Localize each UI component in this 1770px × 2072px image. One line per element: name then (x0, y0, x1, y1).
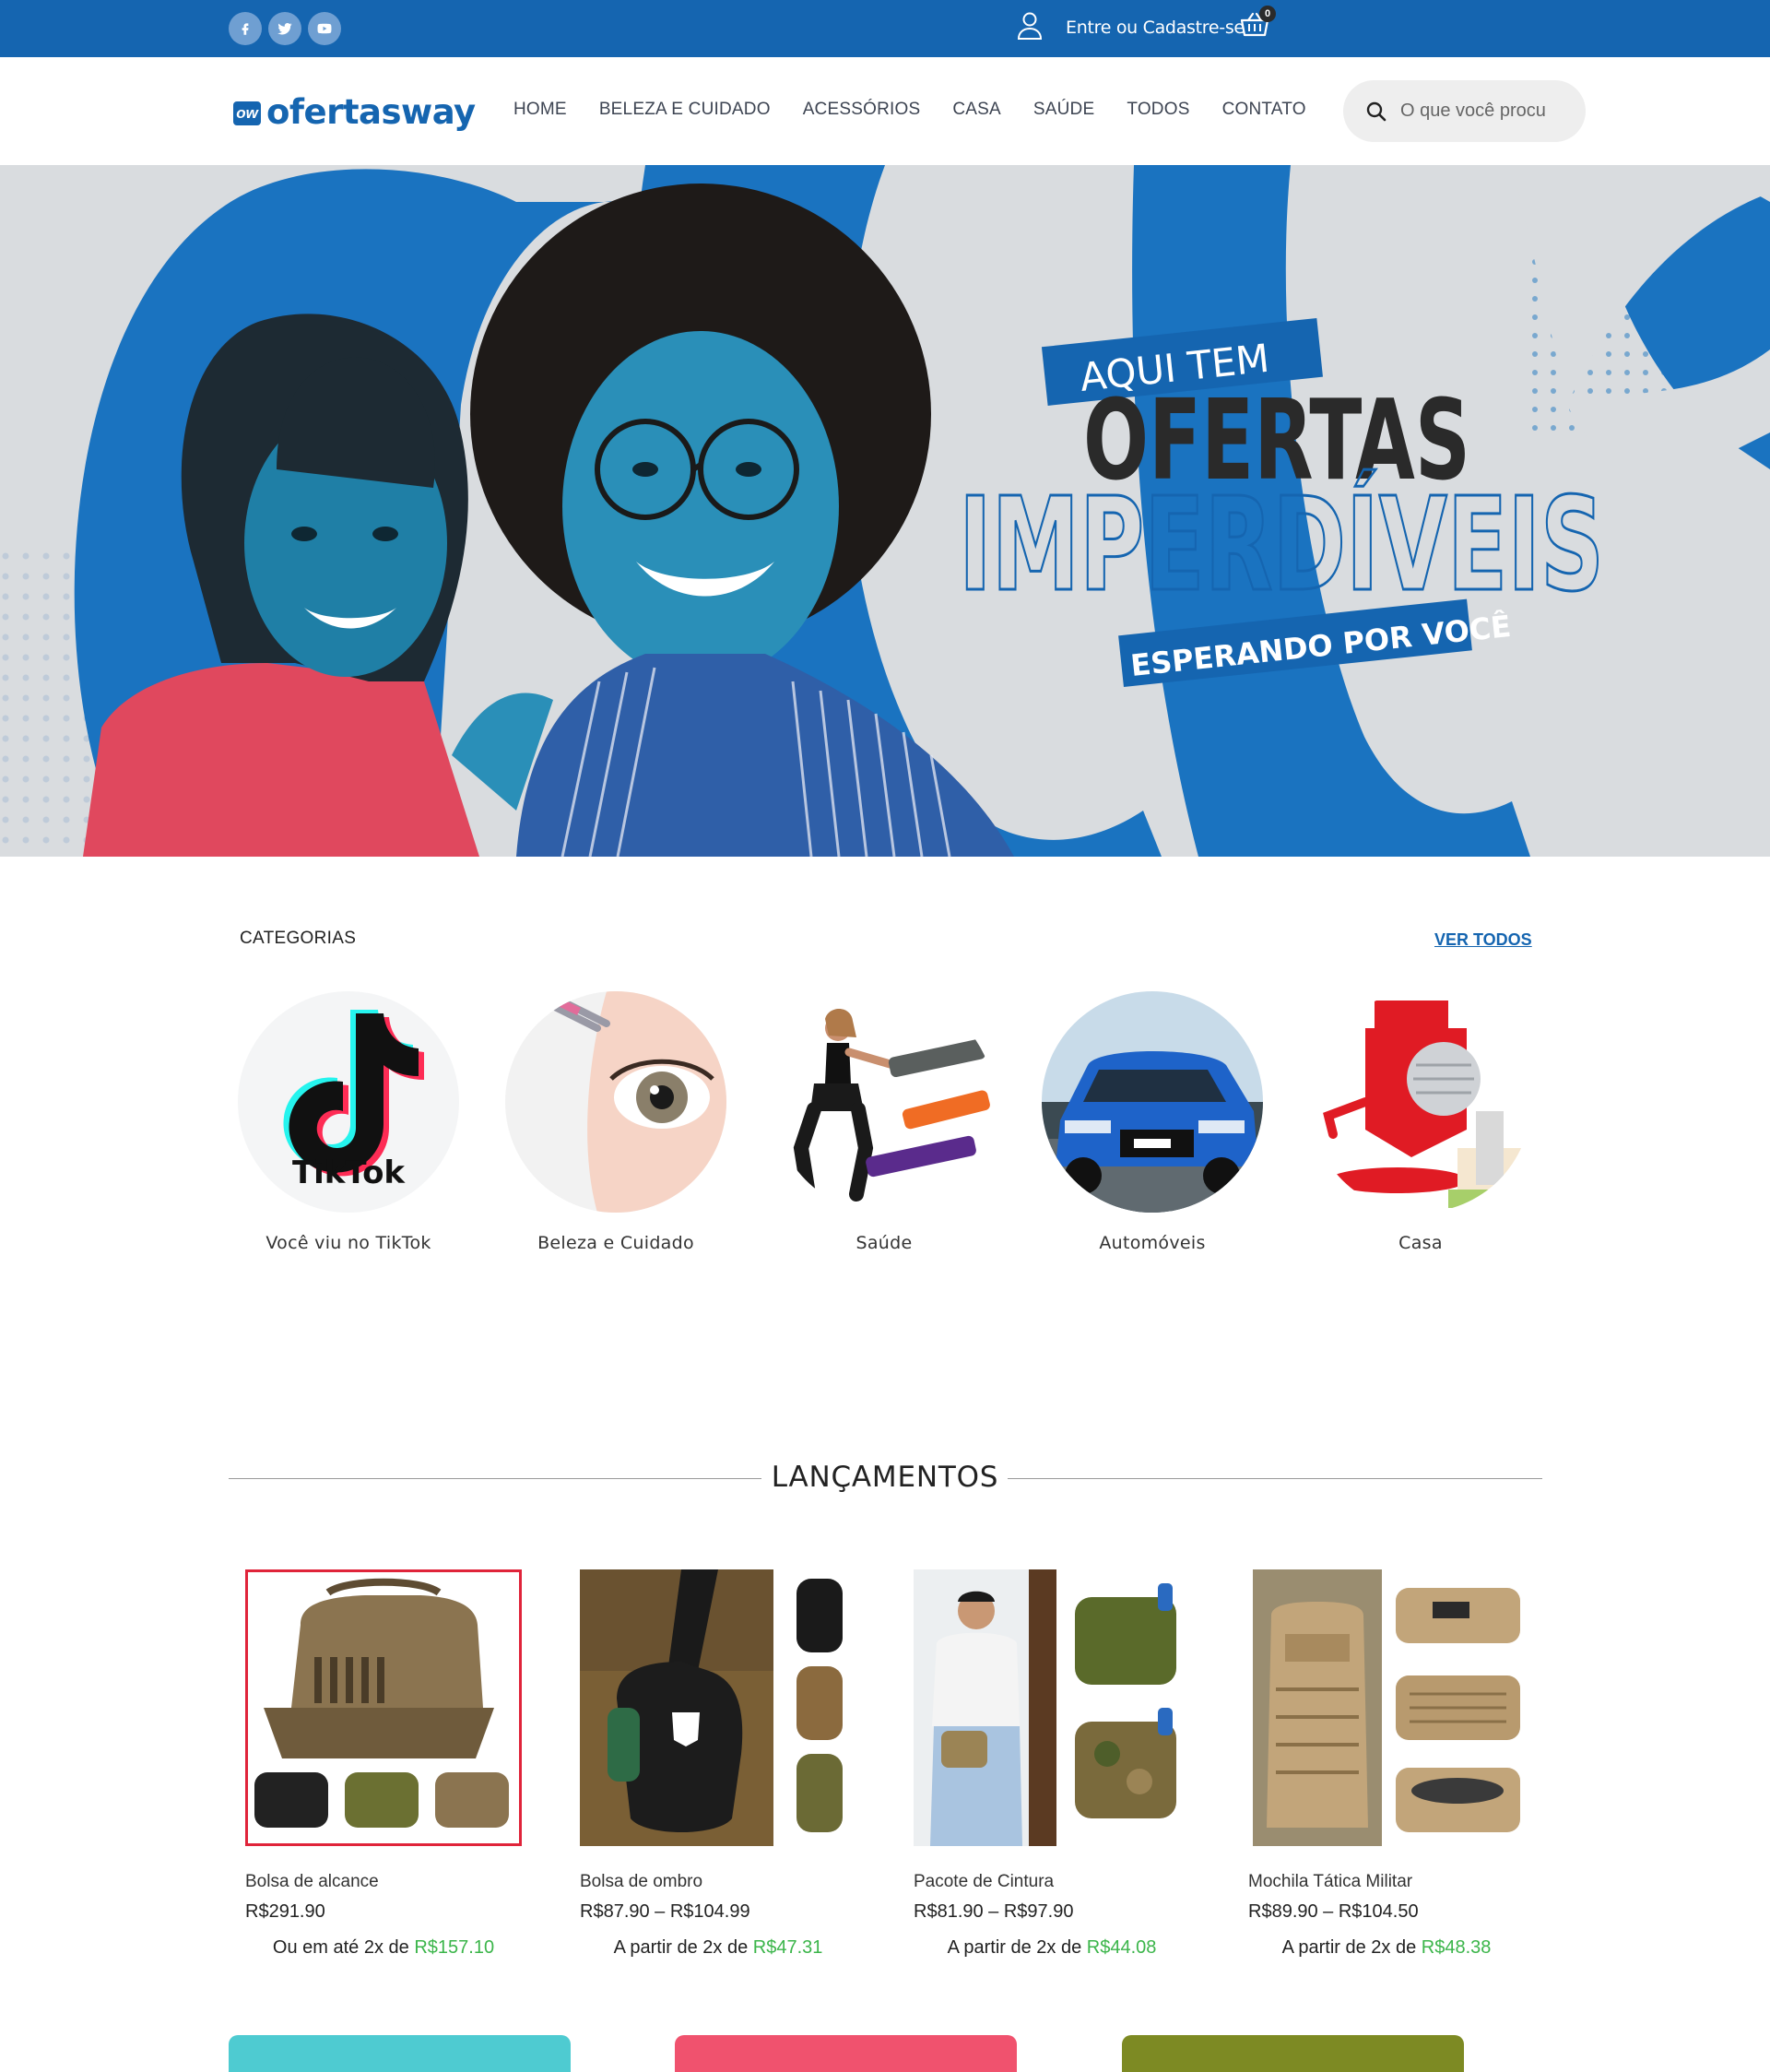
search-icon[interactable] (1365, 101, 1387, 123)
category-saude[interactable]: Saúde (769, 991, 999, 1253)
category-tiktok[interactable]: TikTok Você viu no TikTok (233, 991, 464, 1253)
product-image[interactable] (580, 1569, 856, 1846)
hero-line3: IMPERDÍVEIS (959, 468, 1604, 621)
promo-banner-1[interactable] (229, 2035, 571, 2072)
nav-casa[interactable]: CASA (952, 100, 1001, 120)
cart-count-badge: 0 (1259, 6, 1276, 22)
nav-contato[interactable]: CONTATO (1222, 100, 1306, 120)
main-navbar: ow ofertasway HOME BELEZA E CUIDADO ACES… (0, 57, 1770, 165)
launches-title: LANÇAMENTOS (771, 1461, 999, 1494)
installment-value: R$47.31 (752, 1937, 823, 1958)
installment-prefix: A partir de 2x de (947, 1937, 1082, 1958)
category-label: Você viu no TikTok (266, 1233, 431, 1253)
installment-prefix: A partir de 2x de (613, 1937, 749, 1958)
nav-beleza-cuidado[interactable]: BELEZA E CUIDADO (599, 100, 771, 120)
product-name[interactable]: Bolsa de alcance (245, 1872, 540, 1892)
facebook-icon[interactable] (229, 12, 262, 45)
category-automoveis[interactable]: Automóveis (1037, 991, 1268, 1253)
nav-todos[interactable]: TODOS (1127, 100, 1189, 120)
category-label: Automóveis (1099, 1233, 1206, 1253)
search-input[interactable] (1400, 96, 1566, 125)
product-name[interactable]: Mochila Tática Militar (1248, 1872, 1543, 1892)
nav-menu: HOME BELEZA E CUIDADO ACESSÓRIOS CASA SA… (513, 100, 1339, 120)
product-card[interactable]: Bolsa de alcance R$291.90 Ou em até 2x d… (245, 1569, 540, 1959)
installment-prefix: Ou em até 2x de (272, 1937, 409, 1958)
category-image (505, 991, 726, 1213)
tiktok-wordmark: TikTok (292, 1154, 406, 1191)
search-box (1343, 80, 1586, 142)
category-casa[interactable]: Casa (1305, 991, 1536, 1253)
product-name[interactable]: Bolsa de ombro (580, 1872, 875, 1892)
hero-image: AQUI TEM ESPERANDO POR VOCÊ OFERTAS IMPE… (0, 165, 1770, 857)
categories-title: CATEGORIAS (240, 929, 357, 948)
see-all-categories-link[interactable]: VER TODOS (1434, 930, 1532, 950)
category-beleza-cuidado[interactable]: Beleza e Cuidado (501, 991, 731, 1253)
product-installment: A partir de 2x de R$44.08 (914, 1937, 1190, 1959)
category-image: TikTok (238, 991, 459, 1213)
top-bar: Entre ou Cadastre-se 0 (0, 0, 1770, 57)
category-image (1310, 991, 1531, 1213)
product-price: R$89.90 – R$104.50 (1248, 1901, 1419, 1922)
category-image (773, 991, 995, 1213)
site-logo[interactable]: ow ofertasway (233, 91, 476, 132)
product-price: R$81.90 – R$97.90 (914, 1901, 1074, 1922)
product-price: R$291.90 (245, 1901, 325, 1922)
logo-mark: ow (233, 101, 261, 125)
logo-text: ofertasway (266, 91, 476, 132)
product-price: R$87.90 – R$104.99 (580, 1901, 750, 1922)
product-installment: A partir de 2x de R$47.31 (580, 1937, 856, 1959)
product-image[interactable] (914, 1569, 1190, 1846)
category-label: Casa (1398, 1233, 1443, 1253)
product-name[interactable]: Pacote de Cintura (914, 1872, 1209, 1892)
twitter-icon[interactable] (268, 12, 301, 45)
hero-banner[interactable]: AQUI TEM ESPERANDO POR VOCÊ OFERTAS IMPE… (0, 165, 1770, 857)
category-label: Beleza e Cuidado (537, 1233, 694, 1253)
promo-banner-2[interactable] (675, 2035, 1017, 2072)
product-card[interactable]: Mochila Tática Militar R$89.90 – R$104.5… (1248, 1569, 1543, 1959)
nav-saude[interactable]: SAÚDE (1033, 100, 1094, 120)
youtube-icon[interactable] (308, 12, 341, 45)
product-installment: A partir de 2x de R$48.38 (1248, 1937, 1525, 1959)
nav-acessorios[interactable]: ACESSÓRIOS (803, 100, 921, 120)
category-label: Saúde (856, 1233, 913, 1253)
user-icon[interactable] (1017, 11, 1043, 41)
nav-home[interactable]: HOME (513, 100, 567, 120)
login-register-link[interactable]: Entre ou Cadastre-se (1066, 18, 1245, 38)
product-image[interactable] (1248, 1569, 1525, 1846)
promo-banner-3[interactable] (1122, 2035, 1464, 2072)
product-card[interactable]: Bolsa de ombro R$87.90 – R$104.99 A part… (580, 1569, 875, 1959)
installment-prefix: A partir de 2x de (1281, 1937, 1417, 1958)
product-installment: Ou em até 2x de R$157.10 (245, 1937, 522, 1959)
product-card[interactable]: Pacote de Cintura R$81.90 – R$97.90 A pa… (914, 1569, 1209, 1959)
product-image[interactable] (245, 1569, 522, 1846)
installment-value: R$157.10 (414, 1937, 495, 1958)
category-image (1042, 991, 1263, 1213)
installment-value: R$44.08 (1086, 1937, 1157, 1958)
installment-value: R$48.38 (1421, 1937, 1492, 1958)
